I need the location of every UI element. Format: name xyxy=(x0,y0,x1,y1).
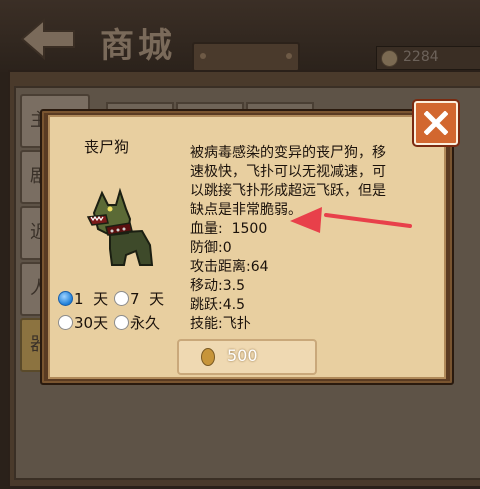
radio-icon xyxy=(114,291,129,306)
stat-skill: 技能:飞扑 xyxy=(190,316,251,332)
close-button[interactable] xyxy=(414,101,458,145)
coin-icon xyxy=(201,348,215,366)
stat-attack-range: 攻击距离:64 xyxy=(190,259,269,275)
stat-jump: 跳跃:4.5 xyxy=(190,297,245,313)
red-arrow-icon xyxy=(290,207,412,233)
radio-icon xyxy=(114,315,129,330)
description-line: 速极快，飞扑可以无视减速，可 xyxy=(190,164,386,180)
duration-label: 1 天 xyxy=(74,290,109,308)
duration-label: 永久 xyxy=(130,314,161,332)
stat-defense: 防御:0 xyxy=(190,240,232,256)
duration-option-permanent[interactable]: 永久 xyxy=(114,312,160,333)
zombie-dog-icon xyxy=(86,187,154,266)
radio-icon xyxy=(58,315,73,330)
description-line: 被病毒感染的变异的丧尸狗，移 xyxy=(190,145,386,161)
coin-count: 2284 xyxy=(403,49,439,65)
duration-option-30-days[interactable]: 30天 xyxy=(58,312,108,333)
banner-plate xyxy=(192,42,300,72)
duration-option-1-day[interactable]: 1 天 xyxy=(58,288,108,309)
duration-label: 30天 xyxy=(74,314,109,332)
duration-option-7-days[interactable]: 7 天 xyxy=(114,288,164,309)
coin-counter: 2284 xyxy=(376,46,480,70)
coin-icon xyxy=(381,50,398,67)
buy-button[interactable]: 500 xyxy=(177,339,317,375)
description-line: 以跳接飞扑形成超远飞跃，但是 xyxy=(190,183,386,199)
stat-move: 移动:3.5 xyxy=(190,278,245,294)
item-name: 丧尸狗 xyxy=(84,138,130,156)
shop-title: 商城 xyxy=(100,26,176,66)
item-description: 被病毒感染的变异的丧尸狗，移 速极快，飞扑可以无视减速，可 以跳接飞扑形成超远飞… xyxy=(190,144,426,334)
duration-label: 7 天 xyxy=(130,290,165,308)
radio-selected-icon xyxy=(58,291,73,306)
close-icon xyxy=(424,111,448,135)
buy-price: 500 xyxy=(227,346,258,365)
back-arrow-icon[interactable] xyxy=(20,18,76,60)
